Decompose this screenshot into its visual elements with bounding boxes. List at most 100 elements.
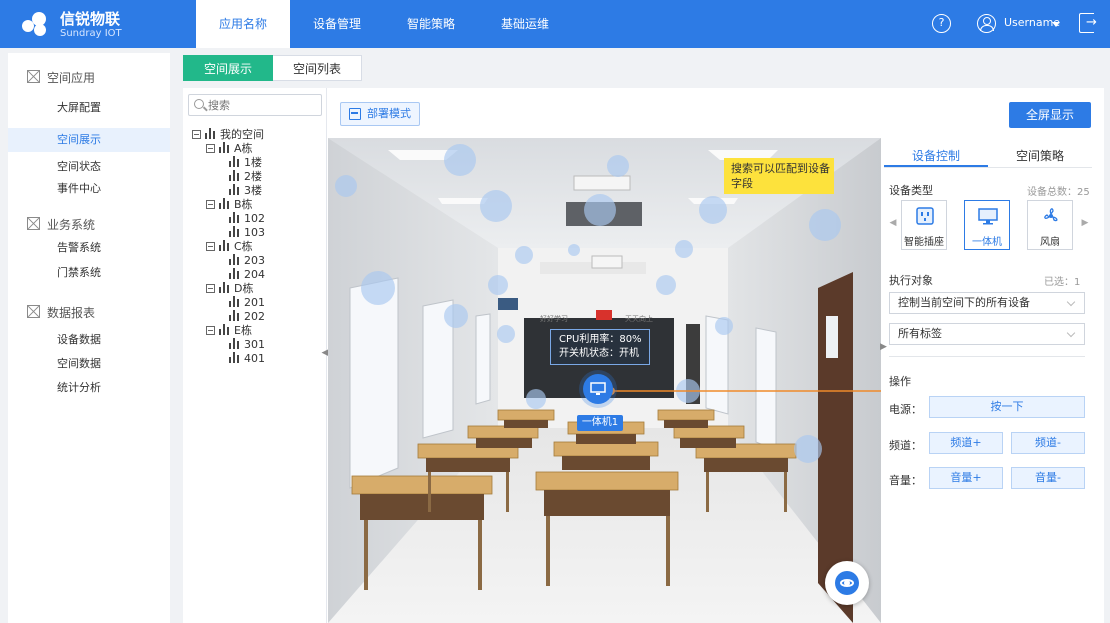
fan-icon xyxy=(1044,208,1058,222)
tree-building-a[interactable]: A栋 xyxy=(206,142,253,156)
device-marker-all-in-one[interactable] xyxy=(583,374,613,404)
sidebar-item-alarm-system[interactable]: 告警系统 xyxy=(8,236,170,260)
collapse-icon[interactable] xyxy=(206,144,215,153)
tree-floor[interactable]: 3楼 xyxy=(229,184,262,198)
tree-floor[interactable]: 2楼 xyxy=(229,170,262,184)
building-icon xyxy=(229,254,240,265)
sidebar-item-space-status[interactable]: 空间状态 xyxy=(8,155,170,179)
volume-down-button[interactable]: 音量- xyxy=(1011,467,1085,489)
prev-arrow-icon[interactable]: ◀ xyxy=(889,218,897,232)
deploy-mode-label: 部署模式 xyxy=(367,107,411,120)
tree-building-b[interactable]: B栋 xyxy=(206,198,253,212)
device-type-fan[interactable]: 风扇 xyxy=(1027,200,1073,250)
chevron-down-icon xyxy=(1066,328,1076,338)
building-icon xyxy=(229,310,240,321)
collapse-icon[interactable] xyxy=(206,200,215,209)
device-type-label-socket: 智能插座 xyxy=(904,237,944,248)
tree-floor[interactable]: 202 xyxy=(229,310,265,324)
tree-floor[interactable]: 102 xyxy=(229,212,265,226)
sidebar-item-event-center[interactable]: 事件中心 xyxy=(8,177,170,201)
sidebar-group-space-apps[interactable]: 空间应用 xyxy=(8,66,170,90)
cpu-usage-text: CPU利用率：80% xyxy=(559,334,642,345)
power-button[interactable]: 按一下 xyxy=(929,396,1085,418)
channel-up-button[interactable]: 频道+ xyxy=(929,432,1003,454)
tree-floor[interactable]: 203 xyxy=(229,254,265,268)
building-icon xyxy=(219,282,230,293)
tree-floor[interactable]: 301 xyxy=(229,338,265,352)
sidebar-item-statistics[interactable]: 统计分析 xyxy=(8,376,170,400)
search-input[interactable] xyxy=(208,97,316,113)
next-arrow-icon[interactable]: ▶ xyxy=(1081,218,1089,232)
building-icon xyxy=(229,170,240,181)
tree-floor[interactable]: 401 xyxy=(229,352,265,366)
collapse-icon[interactable] xyxy=(206,242,215,251)
tab-space-display[interactable]: 空间展示 xyxy=(183,55,274,81)
logout-icon[interactable] xyxy=(1079,13,1097,33)
tree-root[interactable]: 我的空间 xyxy=(192,128,264,142)
tab-device-control[interactable]: 设备控制 xyxy=(884,146,988,167)
tree-floor-label: 202 xyxy=(244,310,265,323)
nav-device-management[interactable]: 设备管理 xyxy=(290,0,384,48)
chevron-down-icon[interactable] xyxy=(1052,22,1060,27)
tree-floor[interactable]: 204 xyxy=(229,268,265,282)
building-icon xyxy=(219,142,230,153)
sidebar-group-business[interactable]: 业务系统 xyxy=(8,213,170,237)
panel-tabs: 设备控制 空间策略 xyxy=(884,146,1092,168)
sidebar-item-access-system[interactable]: 门禁系统 xyxy=(8,261,170,285)
search-box[interactable] xyxy=(188,94,322,116)
device-type-label-fan: 风扇 xyxy=(1040,237,1060,248)
selected-count: 已选：1 xyxy=(1044,277,1081,288)
tree-floor-label: 201 xyxy=(244,296,265,309)
tree-building-e[interactable]: E栋 xyxy=(206,324,252,338)
sidebar-item-space-data[interactable]: 空间数据 xyxy=(8,352,170,376)
collapse-box-icon xyxy=(27,217,40,230)
device-type-smart-socket[interactable]: 智能插座 xyxy=(901,200,947,250)
nav-app-name[interactable]: 应用名称 xyxy=(196,0,291,48)
channel-label: 频道： xyxy=(889,439,922,452)
content-panel: 我的空间 A栋 1楼 2楼 3楼 B栋 102 103 C栋 203 204 D… xyxy=(183,88,1104,623)
tree-floor-label: 102 xyxy=(244,212,265,225)
tab-space-policy[interactable]: 空间策略 xyxy=(988,146,1092,167)
power-label: 电源： xyxy=(889,403,922,416)
building-icon xyxy=(229,156,240,167)
fullscreen-button[interactable]: 全屏显示 xyxy=(1009,102,1091,128)
help-icon[interactable]: ? xyxy=(932,14,951,33)
hint-line-2: 字段 xyxy=(731,177,753,190)
collapse-icon[interactable] xyxy=(206,284,215,293)
sidebar-item-space-display[interactable]: 空间展示 xyxy=(8,128,170,152)
view-toggle-button[interactable] xyxy=(825,561,869,605)
deploy-mode-button[interactable]: 部署模式 xyxy=(340,102,420,126)
user-avatar-icon[interactable] xyxy=(977,14,996,33)
hint-line-1: 搜索可以匹配到设备 xyxy=(731,162,830,175)
target-select[interactable]: 控制当前空间下的所有设备 xyxy=(889,292,1085,314)
device-name-tag[interactable]: 一体机1 xyxy=(577,415,623,431)
monitor-icon xyxy=(978,208,998,225)
tree-building-c[interactable]: C栋 xyxy=(206,240,253,254)
collapse-icon[interactable] xyxy=(192,130,201,139)
collapse-icon[interactable] xyxy=(206,326,215,335)
sidebar-item-device-data[interactable]: 设备数据 xyxy=(8,328,170,352)
tree-floor[interactable]: 201 xyxy=(229,296,265,310)
tab-space-list[interactable]: 空间列表 xyxy=(273,55,363,81)
divider xyxy=(889,356,1085,357)
sidebar-item-screen-config[interactable]: 大屏配置 xyxy=(8,96,170,120)
classroom-3d-view[interactable]: 好好学习 天天向上 搜索可以匹配到设备 字段 CPU利用率：80% 开关机状态：… xyxy=(328,138,881,623)
building-icon xyxy=(205,128,216,139)
scene-area: 部署模式 好好学习 天天向上 搜索可以匹配到设备 字段 CPU利用率：80% 开… xyxy=(328,88,881,623)
nav-smart-policy[interactable]: 智能策略 xyxy=(384,0,478,48)
tree-floor[interactable]: 103 xyxy=(229,226,265,240)
collapse-box-icon xyxy=(27,70,40,83)
tree-floor-label: 204 xyxy=(244,268,265,281)
tree-floor[interactable]: 1楼 xyxy=(229,156,262,170)
operation-label: 操作 xyxy=(889,375,911,388)
device-type-all-in-one[interactable]: 一体机 xyxy=(964,200,1010,250)
tag-select[interactable]: 所有标签 xyxy=(889,323,1085,345)
sidebar-group-reports[interactable]: 数据报表 xyxy=(8,301,170,325)
channel-down-button[interactable]: 频道- xyxy=(1011,432,1085,454)
target-label: 执行对象 xyxy=(889,274,933,287)
tree-building-d[interactable]: D栋 xyxy=(206,282,253,296)
building-icon xyxy=(229,352,240,363)
banner-right-text: 天天向上 xyxy=(625,314,653,323)
volume-up-button[interactable]: 音量+ xyxy=(929,467,1003,489)
nav-basic-ops[interactable]: 基础运维 xyxy=(478,0,572,48)
